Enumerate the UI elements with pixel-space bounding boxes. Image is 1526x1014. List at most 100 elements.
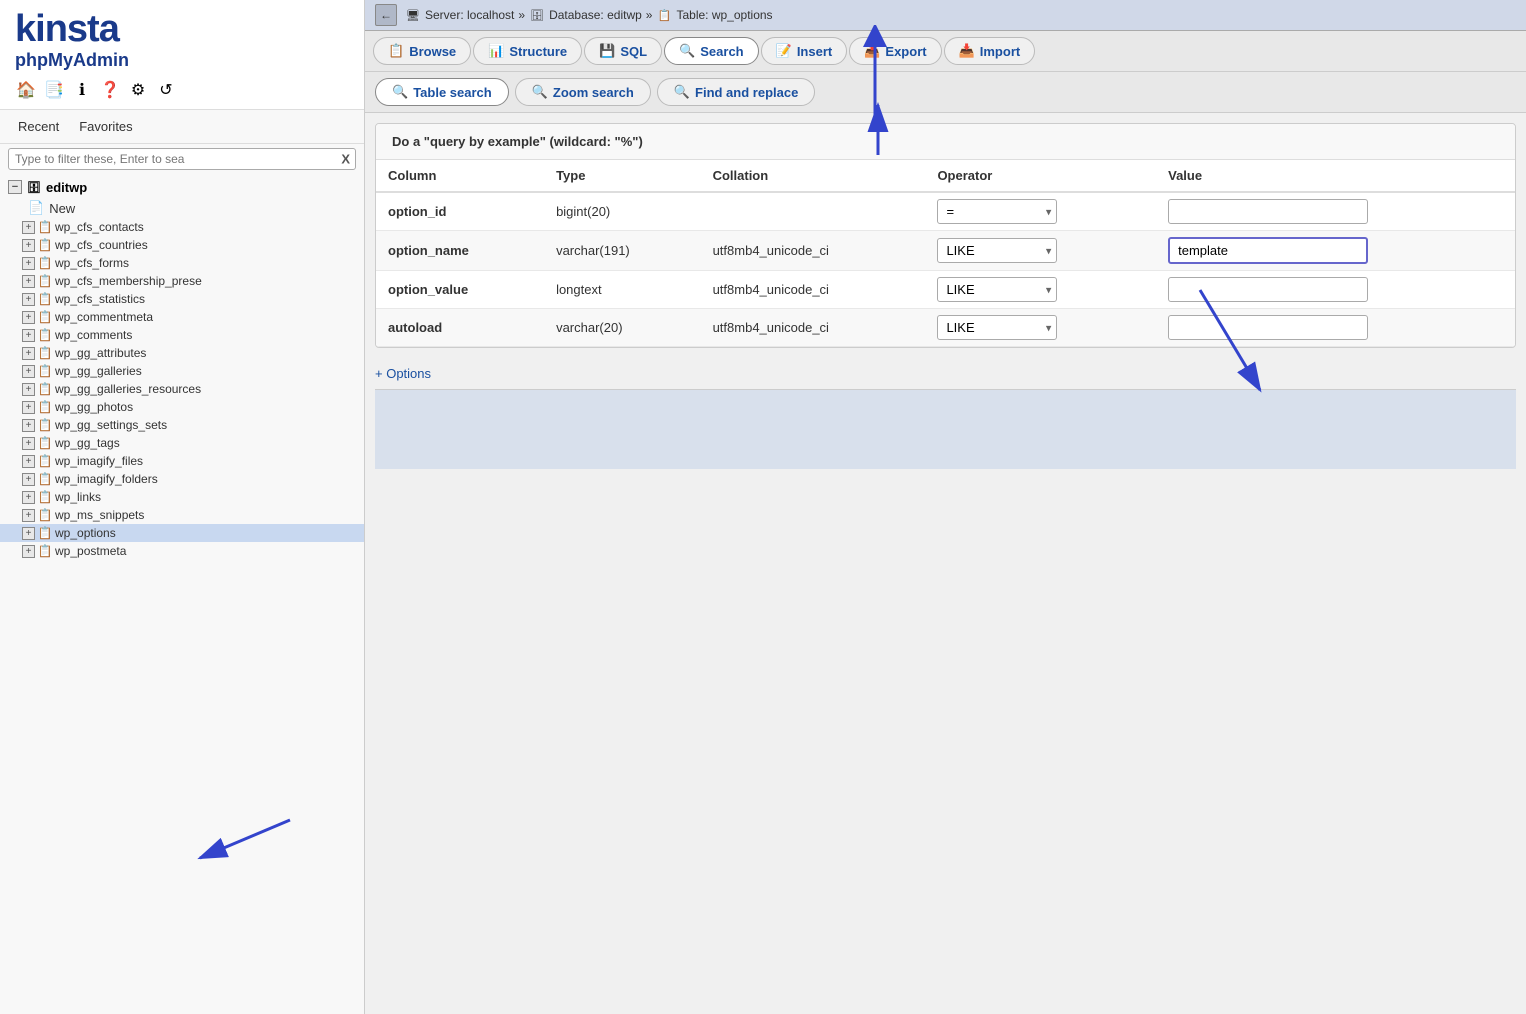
table-icon: 📋 <box>38 328 52 342</box>
value-input-option_name[interactable] <box>1168 237 1368 264</box>
value-input-autoload[interactable] <box>1168 315 1368 340</box>
info-icon[interactable]: ℹ <box>71 79 93 101</box>
subtab-find_replace[interactable]: 🔍Find and replace <box>657 78 816 106</box>
cell-collation <box>701 192 926 231</box>
breadcrumb-table: Table: wp_options <box>676 8 772 22</box>
sidebar-item-wp_gg_photos[interactable]: + 📋 wp_gg_photos <box>0 398 364 416</box>
sidebar-item-wp_gg_galleries_resources[interactable]: + 📋 wp_gg_galleries_resources <box>0 380 364 398</box>
table-icon: 📋 <box>38 346 52 360</box>
bookmark-icon[interactable]: 📑 <box>43 79 65 101</box>
recent-tab[interactable]: Recent <box>8 116 69 137</box>
sidebar-item-wp_gg_settings_sets[interactable]: + 📋 wp_gg_settings_sets <box>0 416 364 434</box>
breadcrumb: ← 🖥 Server: localhost » 🗄 Database: edit… <box>365 0 1526 31</box>
sidebar-item-wp_gg_attributes[interactable]: + 📋 wp_gg_attributes <box>0 344 364 362</box>
table-icon: 📋 <box>38 220 52 234</box>
breadcrumb-sep2: » <box>646 8 653 22</box>
sidebar-item-wp_commentmeta[interactable]: + 📋 wp_commentmeta <box>0 308 364 326</box>
sidebar-item-wp_ms_snippets[interactable]: + 📋 wp_ms_snippets <box>0 506 364 524</box>
subtab-search-icon: 🔍 <box>392 84 408 100</box>
import-icon: 📥 <box>959 43 975 59</box>
table-name-label: wp_options <box>55 526 116 540</box>
cell-value <box>1156 309 1515 347</box>
sidebar-item-wp_postmeta[interactable]: + 📋 wp_postmeta <box>0 542 364 560</box>
table-icon: 📋 <box>38 310 52 324</box>
sidebar-item-wp_gg_galleries[interactable]: + 📋 wp_gg_galleries <box>0 362 364 380</box>
cell-type: longtext <box>544 271 701 309</box>
back-button[interactable]: ← <box>375 4 397 26</box>
sidebar-item-wp_imagify_files[interactable]: + 📋 wp_imagify_files <box>0 452 364 470</box>
filter-input[interactable] <box>8 148 356 170</box>
options-link[interactable]: + Options <box>375 358 1516 389</box>
value-input-option_value[interactable] <box>1168 277 1368 302</box>
value-input-option_id[interactable] <box>1168 199 1368 224</box>
breadcrumb-db-icon: 🗄 <box>529 7 545 23</box>
table-name-label: wp_cfs_countries <box>55 238 148 252</box>
table-name-label: wp_imagify_files <box>55 454 143 468</box>
refresh-icon[interactable]: ↺ <box>155 79 177 101</box>
expand-icon: + <box>22 527 35 540</box>
logo-phpmyadmin: phpMyAdmin <box>15 50 349 71</box>
table-icon: 📋 <box>38 256 52 270</box>
settings-icon[interactable]: ⚙ <box>127 79 149 101</box>
subtab-table_search[interactable]: 🔍Table search <box>375 78 509 106</box>
table-name-label: wp_comments <box>55 328 132 342</box>
database-root[interactable]: − 🗄 editwp <box>0 176 364 198</box>
table-icon: 📋 <box>38 544 52 558</box>
col-header-type: Type <box>544 160 701 192</box>
table-name-label: wp_imagify_folders <box>55 472 158 486</box>
table-row: option_idbigint(20)=!=LIKELIKE %...%NOT … <box>376 192 1515 231</box>
operator-select-option_name[interactable]: =!=LIKELIKE %...%NOT LIKEREGEXPREGEXP ^.… <box>937 238 1057 263</box>
table-name-label: wp_postmeta <box>55 544 126 558</box>
toolbar-tab-sql[interactable]: 💾SQL <box>584 37 662 65</box>
expand-icon: + <box>22 401 35 414</box>
table-name-label: wp_cfs_forms <box>55 256 129 270</box>
expand-icon: + <box>22 509 35 522</box>
toolbar-tab-label: Insert <box>797 44 832 59</box>
toolbar-tab-label: Import <box>980 44 1020 59</box>
table-name-label: wp_gg_settings_sets <box>55 418 167 432</box>
query-box: Do a "query by example" (wildcard: "%") … <box>375 123 1516 348</box>
nav-tabs: Recent Favorites <box>0 110 364 144</box>
sidebar-item-wp_imagify_folders[interactable]: + 📋 wp_imagify_folders <box>0 470 364 488</box>
toolbar-tab-insert[interactable]: 📝Insert <box>761 37 848 65</box>
operator-select-wrapper: =!=LIKELIKE %...%NOT LIKEREGEXPREGEXP ^.… <box>937 277 1057 302</box>
filter-clear-button[interactable]: X <box>341 152 350 167</box>
sidebar-item-wp_cfs_forms[interactable]: + 📋 wp_cfs_forms <box>0 254 364 272</box>
table-name-label: wp_gg_tags <box>55 436 120 450</box>
new-item[interactable]: 📄 New <box>0 198 364 218</box>
expand-icon: + <box>22 491 35 504</box>
operator-select-autoload[interactable]: =!=LIKELIKE %...%NOT LIKEREGEXPREGEXP ^.… <box>937 315 1057 340</box>
help-icon[interactable]: ❓ <box>99 79 121 101</box>
sidebar-item-wp_cfs_membership_prese[interactable]: + 📋 wp_cfs_membership_prese <box>0 272 364 290</box>
toolbar: 📋Browse📊Structure💾SQL🔍Search📝Insert 📤 Expo… <box>365 31 1526 72</box>
toolbar-tab-export[interactable]: 📤 Export <box>849 37 941 65</box>
operator-select-option_id[interactable]: =!=LIKELIKE %...%NOT LIKEREGEXPREGEXP ^.… <box>937 199 1057 224</box>
subtab-label: Find and replace <box>695 85 798 100</box>
sidebar-item-wp_cfs_contacts[interactable]: + 📋 wp_cfs_contacts <box>0 218 364 236</box>
export-icon: 📤 <box>864 43 880 59</box>
filter-area: X <box>0 144 364 174</box>
cell-value <box>1156 192 1515 231</box>
favorites-tab[interactable]: Favorites <box>69 116 142 137</box>
cell-column: option_value <box>376 271 544 309</box>
toolbar-tab-browse[interactable]: 📋Browse <box>373 37 471 65</box>
operator-select-option_value[interactable]: =!=LIKELIKE %...%NOT LIKEREGEXPREGEXP ^.… <box>937 277 1057 302</box>
toolbar-tab-structure[interactable]: 📊Structure <box>473 37 582 65</box>
cell-value <box>1156 231 1515 271</box>
subtab-zoom_search[interactable]: 🔍Zoom search <box>515 78 651 106</box>
toolbar-tab-import[interactable]: 📥 Import <box>944 37 1036 65</box>
sidebar-item-wp_cfs_statistics[interactable]: + 📋 wp_cfs_statistics <box>0 290 364 308</box>
toolbar-tab-label: Export <box>885 44 926 59</box>
sidebar-item-wp_cfs_countries[interactable]: + 📋 wp_cfs_countries <box>0 236 364 254</box>
query-header: Do a "query by example" (wildcard: "%") <box>376 124 1515 160</box>
sidebar-item-wp_options[interactable]: + 📋 wp_options <box>0 524 364 542</box>
database-tree: − 🗄 editwp 📄 New + 📋 wp_cfs_contacts + 📋… <box>0 174 364 1014</box>
sidebar-item-wp_links[interactable]: + 📋 wp_links <box>0 488 364 506</box>
table-name-label: wp_cfs_statistics <box>55 292 145 306</box>
home-icon[interactable]: 🏠 <box>15 79 37 101</box>
toolbar-tab-search[interactable]: 🔍Search <box>664 37 759 65</box>
sidebar-item-wp_comments[interactable]: + 📋 wp_comments <box>0 326 364 344</box>
sidebar-item-wp_gg_tags[interactable]: + 📋 wp_gg_tags <box>0 434 364 452</box>
table-name-label: wp_commentmeta <box>55 310 153 324</box>
expand-icon: + <box>22 545 35 558</box>
